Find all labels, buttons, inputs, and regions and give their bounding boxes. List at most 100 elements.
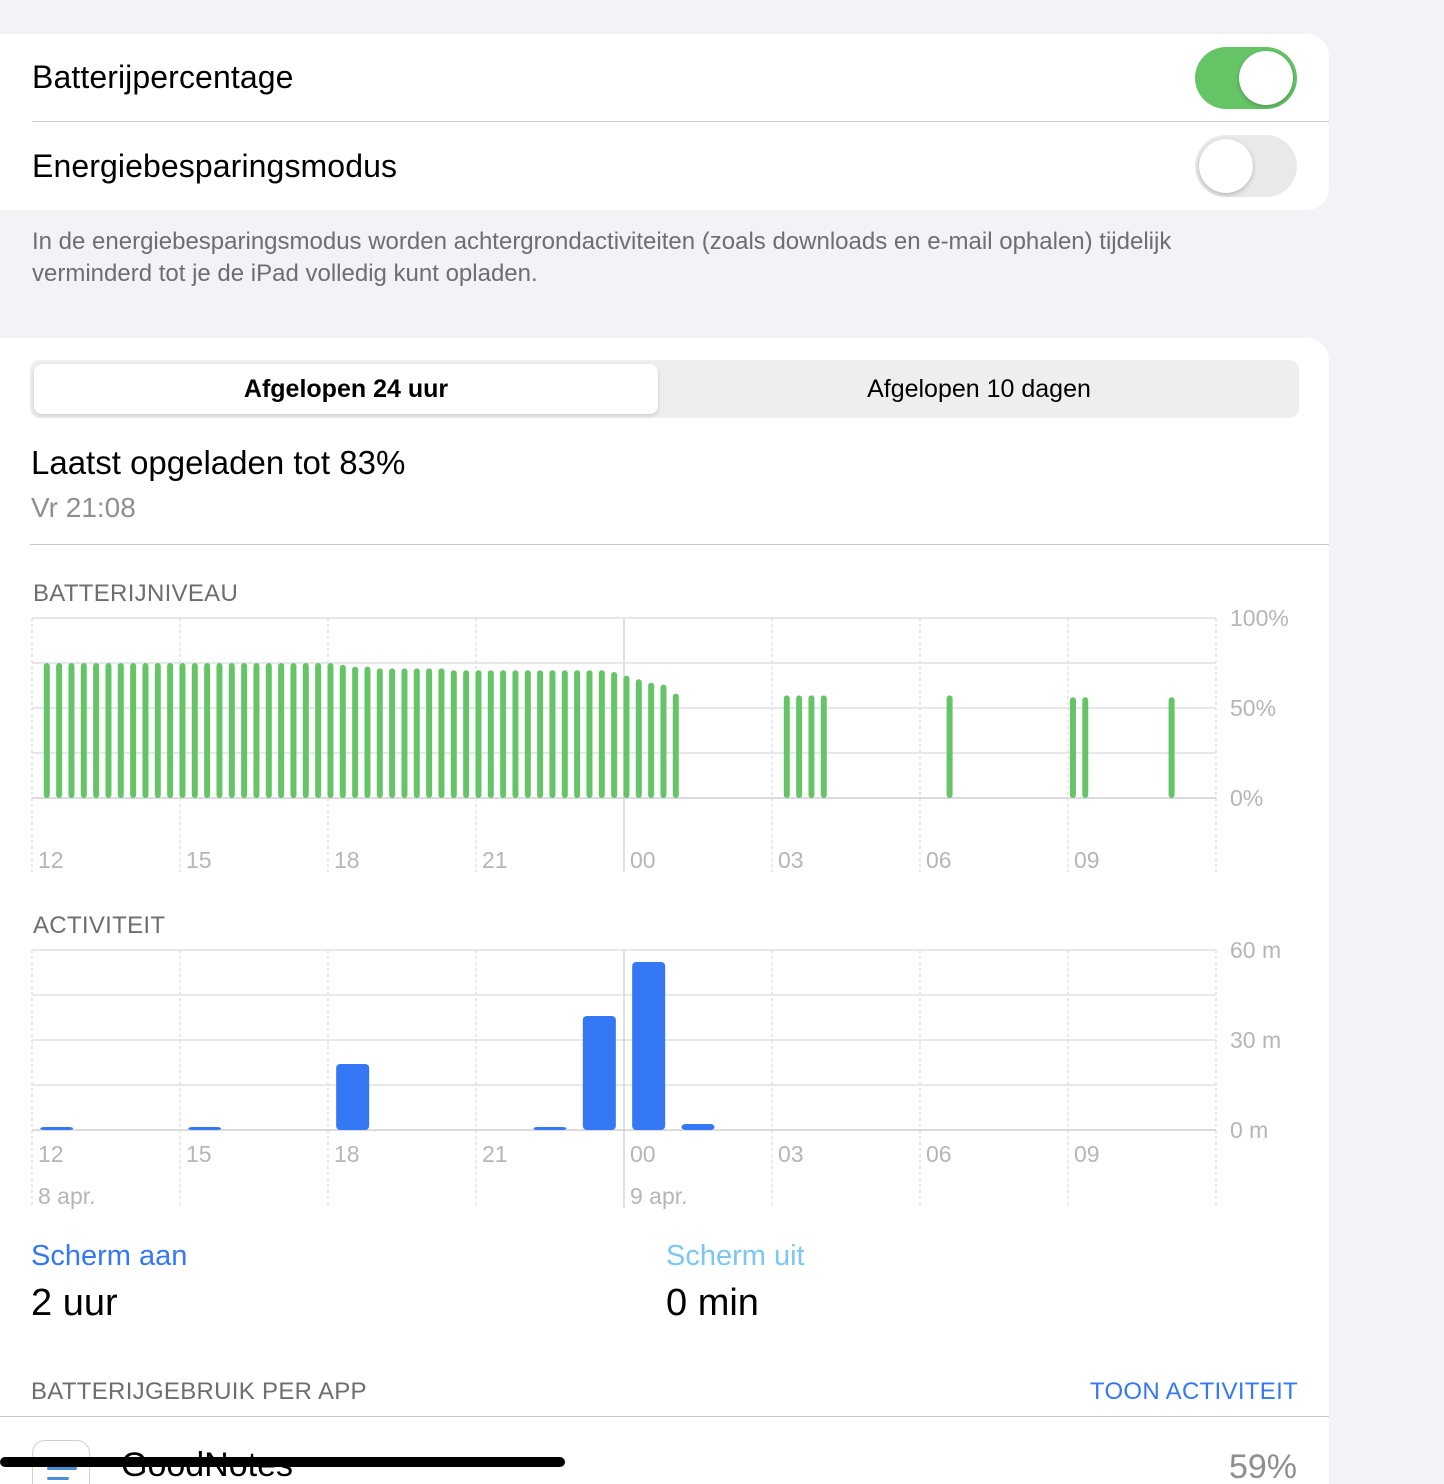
activity-bar [632, 962, 666, 1130]
battery-level-bar [117, 663, 124, 798]
app-percent: 59% [1228, 1448, 1297, 1484]
y-tick-label: 50% [1230, 695, 1276, 721]
low-power-mode-toggle[interactable] [1195, 135, 1297, 197]
show-activity-link[interactable]: TOON ACTIVITEIT [1090, 1378, 1298, 1406]
battery-level-bar [56, 663, 63, 798]
activity-bar [533, 1127, 567, 1130]
x-tick-label: 15 [186, 1141, 212, 1167]
low-power-footnote: In de energiebesparingsmodus worden acht… [32, 228, 1172, 287]
battery-level-bar [500, 670, 507, 798]
battery-level-bar [537, 670, 544, 798]
battery-level-bar [191, 663, 198, 798]
x-tick-label: 06 [926, 1141, 952, 1167]
battery-level-chart: 100% 50% 0% 12 15 18 21 00 03 06 09 [31, 605, 1289, 873]
battery-level-bar [265, 663, 272, 798]
battery-level-bar [524, 670, 531, 798]
battery-level-bar [611, 672, 618, 798]
battery-level-bar [352, 666, 359, 798]
battery-level-bar [376, 668, 383, 798]
screen-off-label: Scherm uit [666, 1240, 805, 1272]
battery-level-bar [1082, 697, 1089, 798]
battery-level-bar [586, 670, 593, 798]
battery-level-bar [167, 663, 174, 798]
battery-level-bar [623, 675, 630, 798]
battery-level-bar [450, 670, 457, 798]
battery-level-bar [253, 663, 260, 798]
battery-percentage-toggle[interactable] [1195, 47, 1297, 109]
toggle-knob [1239, 51, 1293, 105]
battery-level-bar [105, 663, 112, 798]
battery-level-bar [561, 670, 568, 798]
battery-level-bar [438, 668, 445, 798]
screen-on-value: 2 uur [31, 1282, 118, 1324]
y-tick-label: 60 m [1230, 937, 1281, 963]
battery-level-bar [820, 695, 827, 798]
low-power-mode-label: Energiebesparingsmodus [32, 147, 398, 184]
battery-level-bar [216, 663, 223, 798]
battery-level-bar [364, 666, 371, 798]
y-tick-label: 0 m [1230, 1117, 1268, 1143]
battery-level-bar [1168, 697, 1175, 798]
battery-level-bar [93, 663, 100, 798]
battery-level-bar [808, 695, 815, 798]
battery-level-bar [946, 695, 953, 798]
x-tick-label: 03 [778, 847, 804, 873]
battery-level-bar [302, 663, 309, 798]
x-day-label: 9 apr. [630, 1183, 688, 1209]
battery-level-bar [648, 682, 655, 798]
app-usage-header: BATTERIJGEBRUIK PER APP [31, 1378, 367, 1405]
battery-level-bar [278, 663, 285, 798]
battery-level-bar [68, 663, 75, 798]
x-tick-label: 12 [38, 1141, 64, 1167]
battery-settings-card: Batterijpercentage Energiebesparingsmodu… [0, 34, 1329, 210]
low-power-mode-row[interactable]: Energiebesparingsmodus [32, 122, 1329, 210]
time-range-segmented-control[interactable]: Afgelopen 24 uur Afgelopen 10 dagen [30, 360, 1299, 418]
battery-level-bar [142, 663, 149, 798]
battery-level-bar [389, 668, 396, 798]
battery-level-bar [339, 664, 346, 798]
x-tick-label: 06 [926, 847, 952, 873]
x-tick-label: 00 [630, 1141, 656, 1167]
x-tick-label: 21 [482, 847, 508, 873]
segment-last-10-days[interactable]: Afgelopen 10 dagen [662, 364, 1296, 414]
battery-level-bar [426, 668, 433, 798]
battery-level-bar [290, 663, 297, 798]
battery-level-bar [672, 693, 679, 798]
battery-level-bar [512, 670, 519, 798]
divider [30, 544, 1329, 545]
y-tick-label: 0% [1230, 785, 1263, 811]
screen-on-label: Scherm aan [31, 1240, 188, 1272]
battery-level-bar [154, 663, 161, 798]
x-tick-label: 18 [334, 1141, 360, 1167]
battery-level-bar [660, 684, 667, 798]
x-tick-label: 12 [38, 847, 64, 873]
battery-level-bar [204, 663, 211, 798]
activity-bar [681, 1124, 715, 1130]
divider [0, 1416, 1329, 1417]
battery-level-bar [796, 695, 803, 798]
icon-line [47, 1477, 69, 1480]
segment-last-24-hours[interactable]: Afgelopen 24 uur [34, 364, 658, 414]
battery-level-bar [1069, 697, 1076, 798]
battery-percentage-label: Batterijpercentage [32, 59, 294, 95]
battery-level-chart-title: BATTERIJNIVEAU [33, 580, 239, 607]
y-tick-label: 30 m [1230, 1027, 1281, 1053]
battery-level-bar [130, 663, 137, 798]
battery-level-bar [228, 663, 235, 798]
battery-level-bar [783, 695, 790, 798]
x-tick-label: 18 [334, 847, 360, 873]
battery-percentage-row[interactable]: Batterijpercentage [32, 34, 1329, 122]
x-tick-label: 00 [630, 847, 656, 873]
home-indicator [0, 1457, 565, 1467]
last-charged-time: Vr 21:08 [31, 492, 136, 523]
battery-level-bar [241, 663, 248, 798]
battery-level-bar [463, 670, 470, 798]
activity-bar [582, 1016, 616, 1130]
activity-bar [188, 1127, 222, 1130]
last-charged-title: Laatst opgeladen tot 83% [31, 444, 406, 481]
battery-level-bar [327, 663, 334, 798]
battery-level-bar [315, 663, 322, 798]
battery-level-bar [401, 668, 408, 798]
x-tick-label: 21 [482, 1141, 508, 1167]
activity-chart: 60 m 30 m 0 m 12 15 18 21 00 03 06 09 8 apr. 9 apr. [31, 937, 1281, 1209]
